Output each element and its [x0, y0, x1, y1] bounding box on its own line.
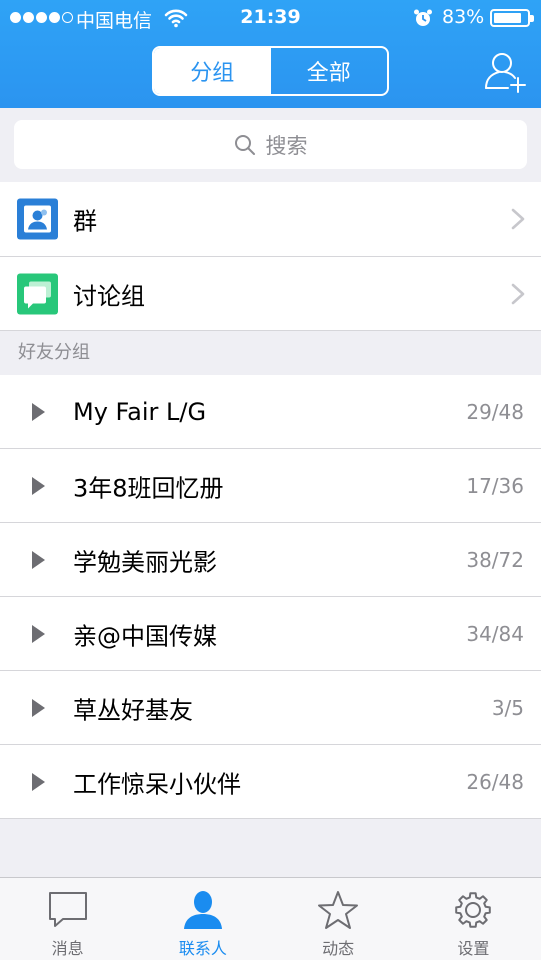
tab-messages-label: 消息 [51, 939, 84, 958]
group-icon [17, 198, 58, 240]
friend-group-count: 26/48 [466, 769, 524, 794]
friend-group-count: 3/5 [491, 695, 524, 720]
expand-triangle-icon [32, 772, 45, 791]
friend-group-name: 3年8班回忆册 [73, 474, 224, 502]
expand-triangle-icon [32, 624, 45, 643]
search-area: 搜索 [0, 108, 541, 182]
friend-group-name: 亲@中国传媒 [73, 622, 217, 650]
discussion-entry-row[interactable]: 讨论组 [0, 257, 541, 331]
chevron-right-icon [511, 208, 525, 230]
battery-percentage: 83% [442, 6, 485, 28]
segment-all[interactable]: 全部 [271, 48, 388, 94]
friend-group-row[interactable]: 学勉美丽光影 38/72 [0, 523, 541, 597]
friend-group-row[interactable]: 草丛好基友 3/5 [0, 671, 541, 745]
friend-group-count: 29/48 [466, 399, 524, 424]
friend-group-row[interactable]: My Fair L/G 29/48 [0, 375, 541, 449]
expand-triangle-icon [32, 476, 45, 495]
expand-triangle-icon [32, 550, 45, 569]
tab-settings-label: 设置 [457, 939, 490, 958]
message-bubble-icon [48, 892, 87, 927]
tab-contacts[interactable]: 联系人 [135, 878, 270, 960]
discussion-entry-label: 讨论组 [73, 282, 145, 310]
tab-messages[interactable]: 消息 [0, 878, 135, 960]
expand-triangle-icon [32, 402, 45, 421]
bottom-tab-bar: 消息 联系人 动态 设置 [0, 877, 541, 960]
friend-group-row[interactable]: 工作惊呆小伙伴 26/48 [0, 745, 541, 819]
chevron-right-icon [511, 283, 525, 304]
tab-settings[interactable]: 设置 [406, 878, 541, 960]
friend-group-name: 工作惊呆小伙伴 [73, 770, 241, 798]
friend-group-name: 草丛好基友 [73, 696, 193, 724]
friend-group-row[interactable]: 3年8班回忆册 17/36 [0, 449, 541, 523]
search-icon [234, 134, 255, 155]
tab-feed[interactable]: 动态 [271, 878, 406, 960]
search-input[interactable]: 搜索 [14, 120, 527, 169]
discussion-icon [17, 273, 58, 314]
search-placeholder: 搜索 [265, 133, 308, 158]
segment-grouped[interactable]: 分组 [154, 48, 271, 94]
friend-groups-section-header: 好友分组 [0, 331, 541, 375]
group-view-segmented-control: 分组 全部 [152, 46, 389, 96]
friend-group-name: 学勉美丽光影 [73, 548, 217, 576]
friend-group-name: My Fair L/G [73, 397, 207, 426]
alarm-clock-icon [414, 9, 432, 26]
tab-feed-label: 动态 [322, 939, 355, 958]
tab-contacts-label: 联系人 [178, 939, 227, 958]
add-contact-icon[interactable] [482, 50, 528, 94]
status-bar: 中国电信 21:39 83% [0, 0, 541, 36]
friend-group-count: 34/84 [466, 621, 524, 646]
friend-group-row[interactable]: 亲@中国传媒 34/84 [0, 597, 541, 671]
gear-icon [455, 892, 492, 928]
navigation-header: 中国电信 21:39 83% 分组 全部 [0, 0, 541, 108]
groups-entry-row[interactable]: 群 [0, 182, 541, 257]
friend-group-count: 38/72 [466, 547, 524, 572]
friend-group-count: 17/36 [466, 473, 524, 498]
contact-person-icon [183, 891, 222, 929]
star-icon [318, 891, 359, 929]
battery-icon [490, 9, 534, 27]
expand-triangle-icon [32, 698, 45, 717]
groups-entry-label: 群 [73, 207, 97, 236]
